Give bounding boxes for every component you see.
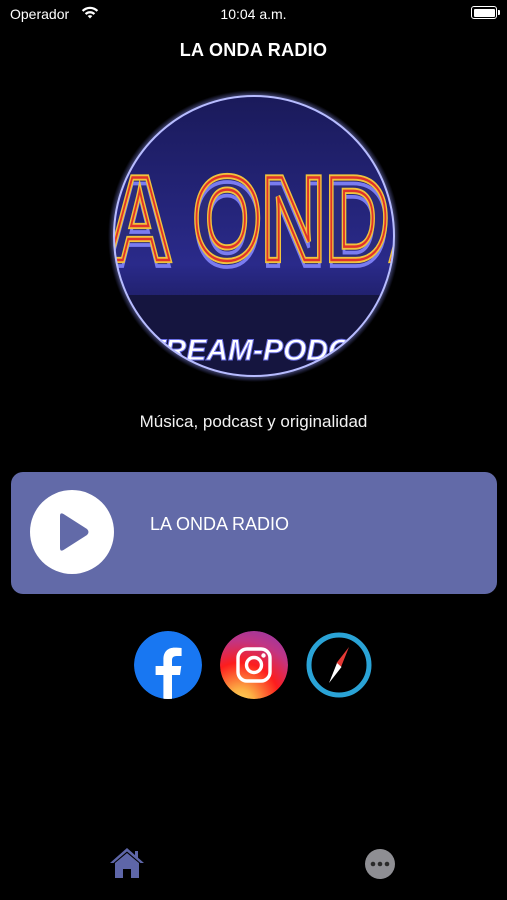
battery-icon: [471, 6, 500, 19]
status-bar: Operador 10:04 a.m.: [0, 0, 507, 28]
instagram-icon: [220, 631, 288, 699]
instagram-button[interactable]: [220, 631, 288, 699]
tab-more[interactable]: [364, 848, 396, 880]
station-logo: LA ONDA LA ONDA LA ONDA STREAM-PODCAST: [108, 90, 400, 382]
home-icon: [110, 848, 144, 878]
facebook-button[interactable]: [134, 631, 202, 699]
page-title: LA ONDA RADIO: [179, 40, 328, 60]
play-icon: [60, 513, 89, 551]
compass-icon: [305, 631, 373, 699]
more-icon: [365, 849, 395, 879]
player-card[interactable]: LA ONDA RADIO: [11, 472, 497, 594]
website-button[interactable]: [305, 631, 373, 699]
tagline: Música, podcast y originalidad: [139, 412, 368, 431]
clock: 10:04 a.m.: [220, 6, 287, 22]
social-links: [0, 631, 507, 701]
tab-home[interactable]: [108, 845, 146, 881]
play-button[interactable]: [30, 490, 114, 574]
facebook-icon: [134, 631, 202, 699]
logo-text-main-inner: LA ONDA: [108, 153, 400, 286]
tab-bar: [0, 835, 507, 900]
station-name: LA ONDA RADIO: [150, 514, 290, 534]
